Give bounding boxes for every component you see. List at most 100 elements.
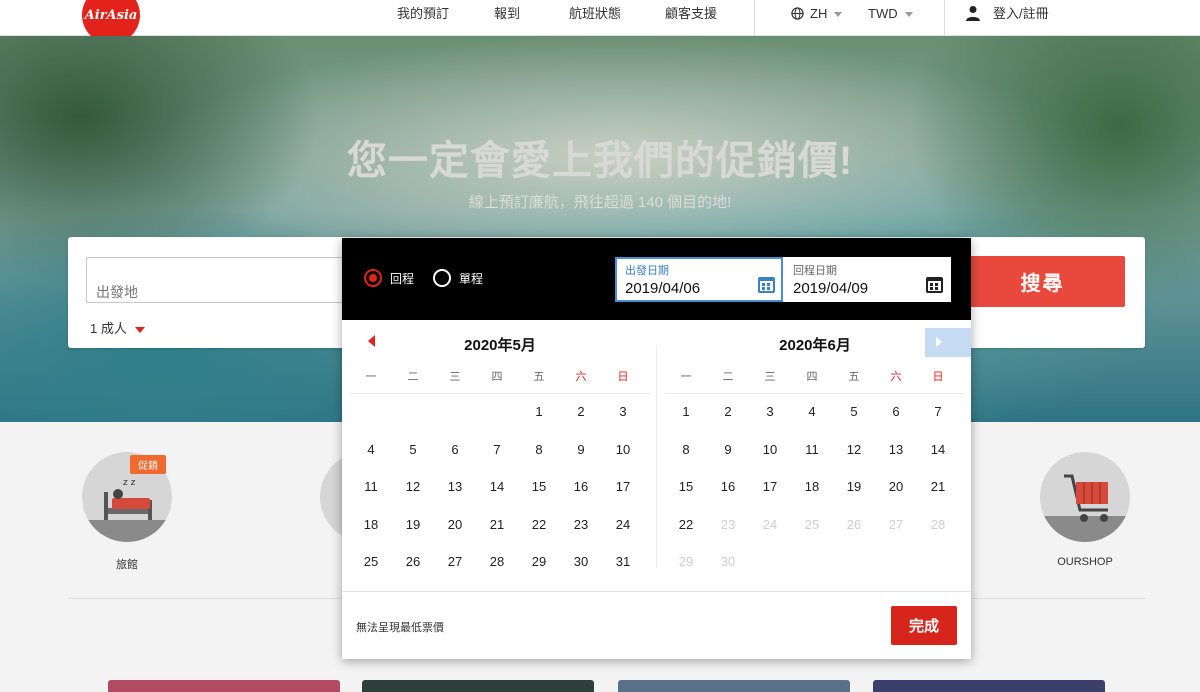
- calendar-day[interactable]: 2: [560, 393, 602, 431]
- weekday-label: 五: [848, 371, 860, 383]
- calendar-day[interactable]: 31: [602, 543, 644, 581]
- logo-text: AirAsia: [84, 7, 138, 23]
- radio-round-trip[interactable]: 回程: [364, 268, 414, 288]
- return-date-field[interactable]: 回程日期 2019/04/09: [783, 257, 951, 302]
- calendar-day[interactable]: 22: [518, 506, 560, 544]
- calendar-day[interactable]: 5: [392, 431, 434, 469]
- radio-unselected-icon: [433, 269, 451, 287]
- depart-date-value: 2019/04/06: [625, 280, 701, 297]
- calendar-day[interactable]: 29: [518, 543, 560, 581]
- origin-field[interactable]: 出發地: [86, 257, 348, 303]
- promo-thumbnail[interactable]: [618, 680, 850, 692]
- calendar-day[interactable]: 11: [350, 468, 392, 506]
- calendar-day[interactable]: 20: [434, 506, 476, 544]
- calendar-day[interactable]: 25: [350, 543, 392, 581]
- calendar-day[interactable]: 22: [665, 506, 707, 544]
- passenger-selector[interactable]: 1 成人: [90, 318, 145, 337]
- currency-selector[interactable]: TWD: [868, 0, 913, 28]
- promo-thumbnail[interactable]: [362, 680, 594, 692]
- calendar-icon[interactable]: [926, 277, 943, 293]
- calendar-day[interactable]: 12: [833, 431, 875, 469]
- calendar-day[interactable]: 30: [560, 543, 602, 581]
- calendar-day[interactable]: 11: [791, 431, 833, 469]
- calendar-day[interactable]: 6: [875, 393, 917, 431]
- calendar-day[interactable]: 7: [476, 431, 518, 469]
- calendar-day[interactable]: 9: [560, 431, 602, 469]
- calendar-day[interactable]: 12: [392, 468, 434, 506]
- calendar-day[interactable]: 3: [749, 393, 791, 431]
- calendar-day-disabled: 28: [930, 516, 946, 532]
- calendar-day[interactable]: 4: [791, 393, 833, 431]
- language-selector[interactable]: ZH: [791, 0, 843, 28]
- promo-thumbnail[interactable]: [873, 680, 1105, 692]
- language-label: ZH: [810, 6, 828, 21]
- calendar-day[interactable]: 3: [602, 393, 644, 431]
- calendar-day[interactable]: 10: [749, 431, 791, 469]
- calendar-day[interactable]: 1: [665, 393, 707, 431]
- calendar-day[interactable]: 21: [476, 506, 518, 544]
- calendar-day[interactable]: 19: [833, 468, 875, 506]
- calendar-day[interactable]: 27: [434, 543, 476, 581]
- calendar-day[interactable]: 15: [665, 468, 707, 506]
- calendar-day[interactable]: 7: [917, 393, 959, 431]
- calendar-day[interactable]: 18: [791, 468, 833, 506]
- chevron-down-icon: [834, 12, 843, 18]
- calendar-day[interactable]: 17: [602, 468, 644, 506]
- calendar-day[interactable]: 26: [392, 543, 434, 581]
- calendar-day-disabled: 25: [804, 516, 820, 532]
- calendar-day[interactable]: 10: [602, 431, 644, 469]
- calendar-day[interactable]: 8: [665, 431, 707, 469]
- calendar-day[interactable]: 21: [917, 468, 959, 506]
- weekday-label: 一: [680, 371, 692, 383]
- calendar-day[interactable]: 4: [350, 431, 392, 469]
- weekday-label: 二: [407, 371, 419, 383]
- weekday-label: 三: [764, 371, 776, 383]
- calendar-day[interactable]: 13: [875, 431, 917, 469]
- globe-icon: [791, 7, 804, 20]
- calendar-day[interactable]: 18: [350, 506, 392, 544]
- calendar-day[interactable]: 28: [476, 543, 518, 581]
- nav-customer-support[interactable]: 顧客支援: [665, 0, 717, 28]
- nav-flight-status[interactable]: 航班狀態: [569, 0, 621, 28]
- search-button[interactable]: 搜尋: [960, 256, 1125, 307]
- weekday-label: 四: [806, 371, 818, 383]
- calendar-day[interactable]: 14: [917, 431, 959, 469]
- hero-title: 您一定會愛上我們的促銷價!: [346, 139, 854, 183]
- done-button[interactable]: 完成: [891, 606, 957, 645]
- radio-selected-icon: [364, 269, 382, 287]
- calendar-day[interactable]: 2: [707, 393, 749, 431]
- calendar-icon[interactable]: [758, 277, 775, 293]
- calendar-day-disabled: 27: [888, 516, 904, 532]
- calendar-day[interactable]: 1: [518, 393, 560, 431]
- depart-date-field[interactable]: 出發日期 2019/04/06: [615, 257, 783, 302]
- service-ourshop[interactable]: OURSHOP: [1040, 452, 1130, 568]
- nav-my-bookings[interactable]: 我的預訂: [397, 0, 449, 28]
- radio-one-way[interactable]: 單程: [433, 268, 483, 288]
- nav-check-in[interactable]: 報到: [494, 0, 520, 28]
- calendar-day[interactable]: 19: [392, 506, 434, 544]
- promo-thumbnail[interactable]: [108, 680, 340, 692]
- calendar-day[interactable]: 6: [434, 431, 476, 469]
- radio-label: 單程: [459, 271, 484, 286]
- calendar-day[interactable]: 16: [707, 468, 749, 506]
- calendar-day[interactable]: 13: [434, 468, 476, 506]
- calendar-day[interactable]: 23: [560, 506, 602, 544]
- calendar-day[interactable]: 24: [602, 506, 644, 544]
- weekday-label: 三: [449, 371, 461, 383]
- radio-label: 回程: [390, 271, 415, 286]
- weekday-label: 五: [533, 371, 545, 383]
- date-picker-header: 回程 單程 出發日期 2019/04/06 回程日期 2019/04/09: [342, 238, 971, 320]
- origin-placeholder: 出發地: [96, 284, 138, 300]
- calendar-day[interactable]: 8: [518, 431, 560, 469]
- calendar-day[interactable]: 16: [560, 468, 602, 506]
- calendar-day[interactable]: 9: [707, 431, 749, 469]
- calendar-day[interactable]: 14: [476, 468, 518, 506]
- calendar-day[interactable]: 17: [749, 468, 791, 506]
- service-label: 旅館: [116, 559, 138, 571]
- depart-date-label: 出發日期: [625, 265, 669, 277]
- calendar-day[interactable]: 5: [833, 393, 875, 431]
- calendar-day[interactable]: 20: [875, 468, 917, 506]
- calendar-day-disabled: 23: [720, 516, 736, 532]
- calendar-day[interactable]: 15: [518, 468, 560, 506]
- login-link[interactable]: 登入/註冊: [965, 0, 1049, 28]
